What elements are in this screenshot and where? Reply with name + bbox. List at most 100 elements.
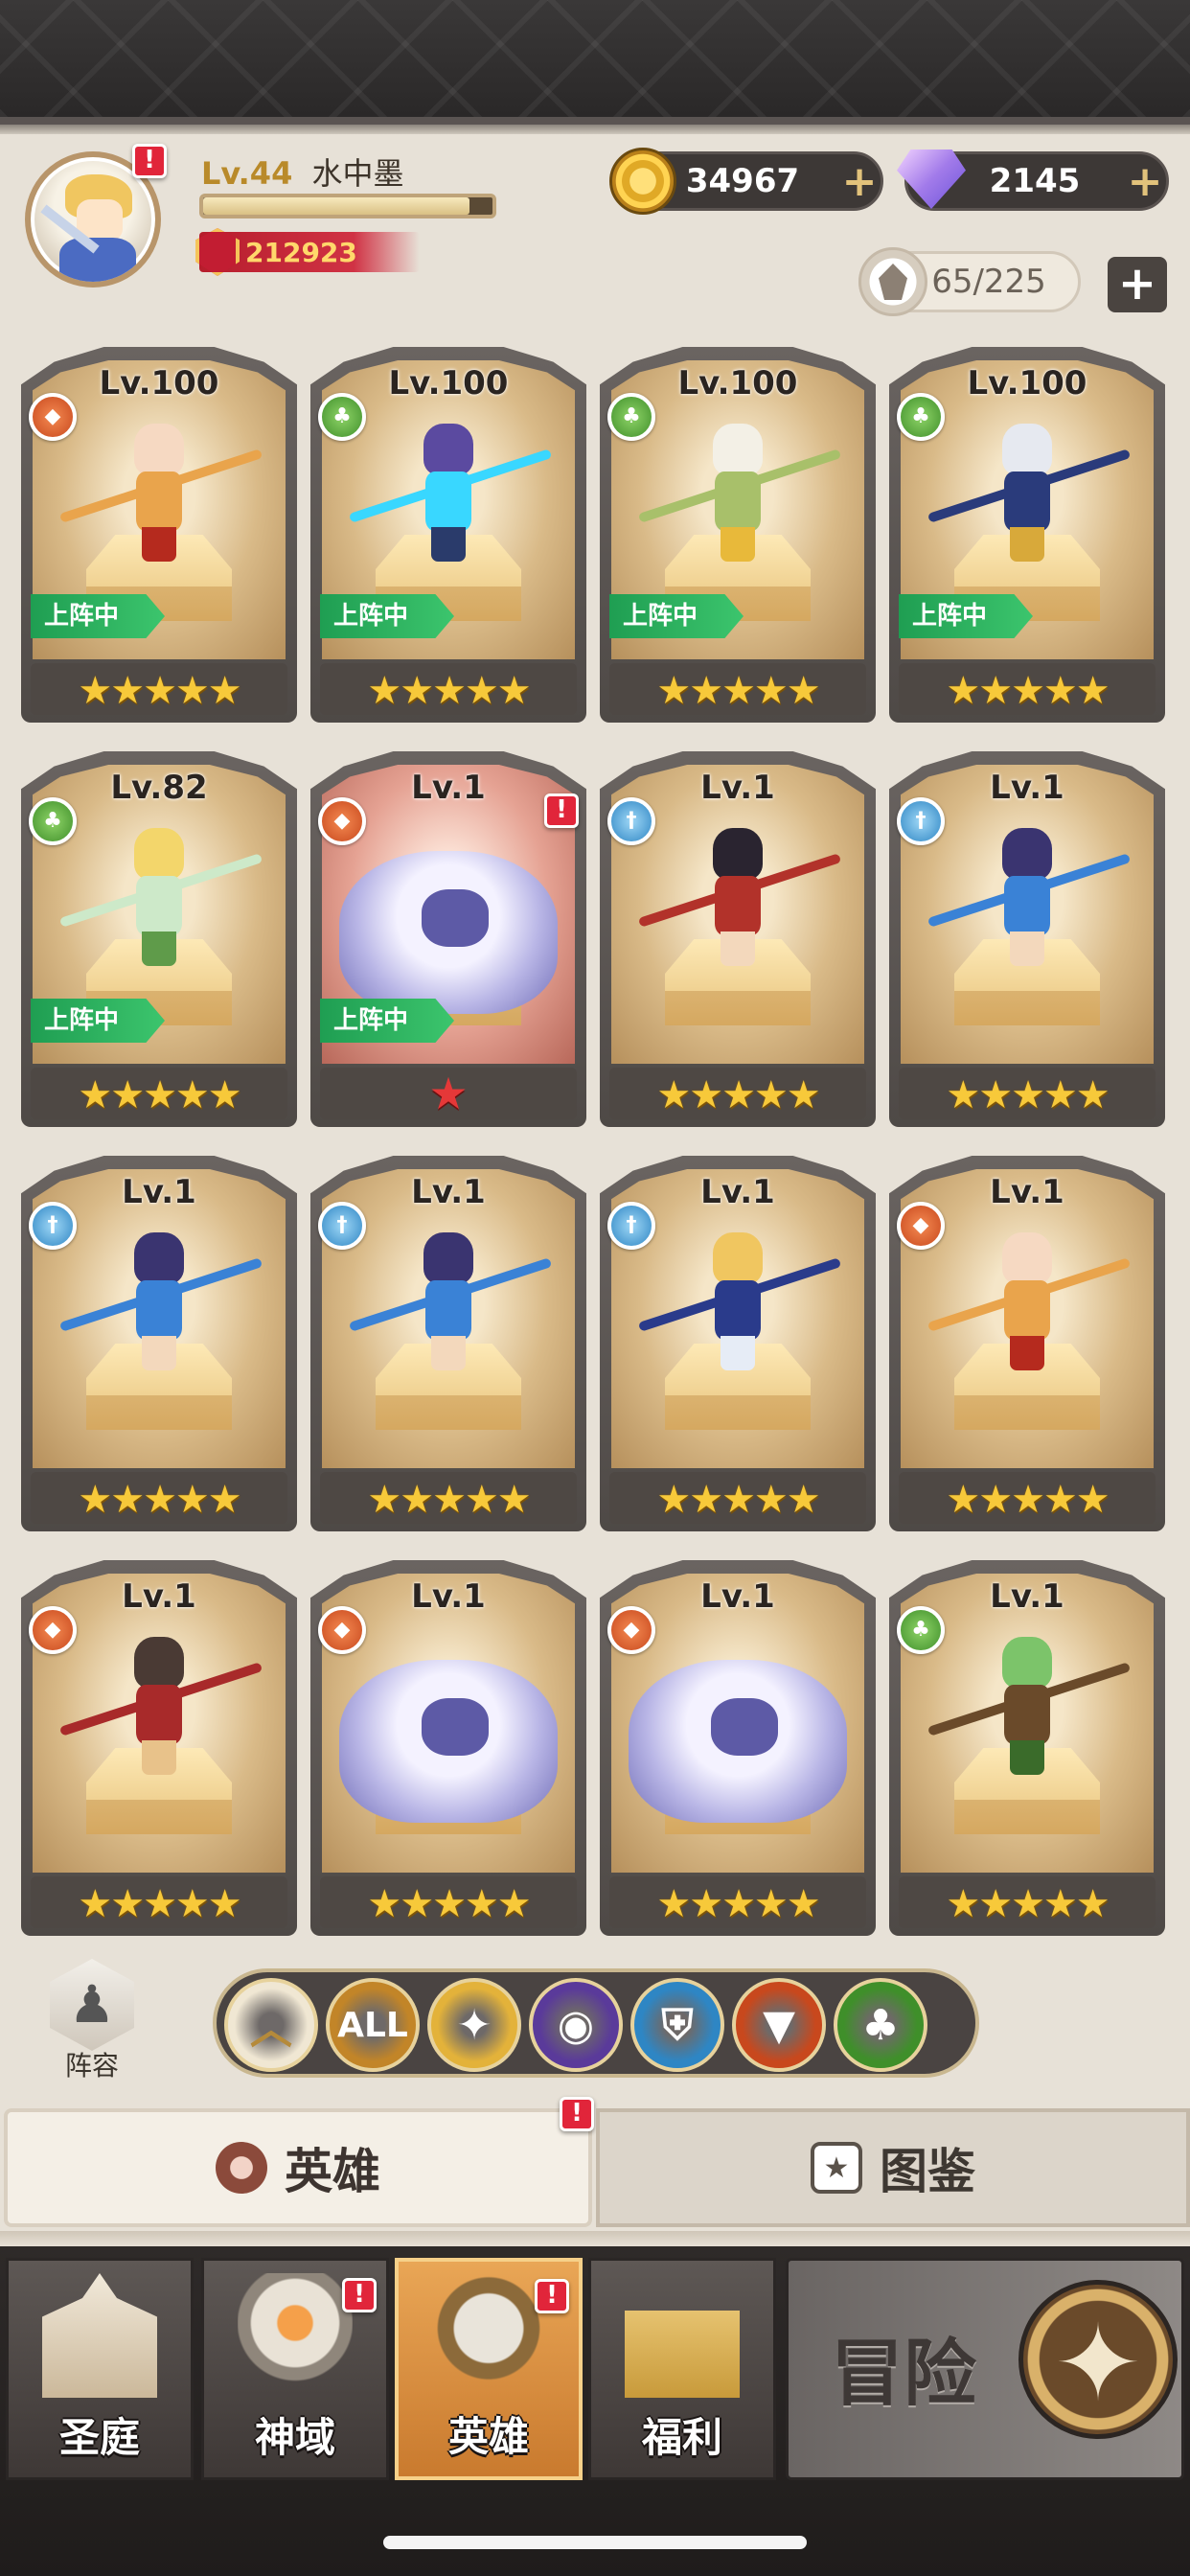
nav-label: 福利 [641, 2414, 722, 2461]
nav-alert-badge: ! [342, 2278, 377, 2312]
hero-stars: ★★★★★ [946, 669, 1110, 713]
codex-book-icon: ★ [811, 2142, 862, 2194]
hero-sprite-yeti-rider [629, 1660, 847, 1823]
hero-card[interactable]: Lv.100 ◆ 上阵中 ★★★★★ [21, 347, 297, 723]
nav-label: 神域 [254, 2414, 335, 2461]
expand-roster-button[interactable]: + [1108, 257, 1167, 312]
hero-card[interactable]: Lv.1 ◆ 上阵中 ! ★ [310, 751, 586, 1127]
hero-sprite-lancer [348, 1232, 553, 1376]
element-nature-icon: ♣ [29, 797, 77, 845]
hero-card[interactable]: Lv.1 † ★★★★★ [310, 1156, 586, 1531]
hero-card[interactable]: Lv.82 ♣ 上阵中 ★★★★★ [21, 751, 297, 1127]
element-light-icon: † [897, 797, 945, 845]
hero-sprite-yeti-rider [339, 851, 558, 1014]
hero-card[interactable]: Lv.1 † ★★★★★ [600, 1156, 876, 1531]
hero-sprite-flame-archer [58, 424, 263, 567]
element-light-icon: † [318, 1202, 366, 1250]
player-name: 水中墨 [311, 155, 404, 192]
nav-item-chest[interactable]: 福利 [588, 2258, 776, 2480]
hero-card[interactable]: Lv.1 † ★★★★★ [889, 751, 1165, 1127]
element-fire-icon: ◆ [897, 1202, 945, 1250]
tab-heroes[interactable]: 英雄 [4, 2108, 592, 2227]
hero-card[interactable]: Lv.100 ♣ 上阵中 ★★★★★ [310, 347, 586, 723]
hero-stars: ★★★★★ [656, 1073, 820, 1117]
hero-stars: ★★★★★ [78, 1478, 241, 1522]
hero-card[interactable]: Lv.1 † ★★★★★ [600, 751, 876, 1127]
hero-stars: ★★★★★ [946, 1882, 1110, 1926]
lineup-button[interactable]: 阵容 [34, 1959, 149, 2083]
castle-icon [42, 2273, 157, 2398]
add-gem-button[interactable]: + [1124, 157, 1166, 206]
element-fire-icon: ◆ [29, 393, 77, 441]
nav-item-divine-gate[interactable]: 神域 ! [201, 2258, 389, 2480]
element-fire-icon: ◆ [607, 1606, 655, 1654]
nav-alert-badge: ! [535, 2279, 569, 2313]
filter-all[interactable]: ALL [326, 1978, 420, 2072]
hero-card[interactable]: Lv.100 ♣ 上阵中 ★★★★★ [600, 347, 876, 723]
hero-sprite-lancer [927, 828, 1132, 972]
filter-nature[interactable]: ♣ [834, 1978, 927, 2072]
hero-stars: ★★★★★ [367, 1478, 531, 1522]
element-fire-icon: ◆ [29, 1606, 77, 1654]
deployed-tag: 上阵中 [609, 594, 744, 638]
tab-divider [0, 2231, 1190, 2246]
hero-sprite-yeti-rider [339, 1660, 558, 1823]
hero-card[interactable]: Lv.1 ◆ ★★★★★ [600, 1560, 876, 1936]
filter-collapse[interactable]: ︿ [224, 1978, 318, 2072]
nav-label: 英雄 [447, 2413, 529, 2460]
fox-icon: ▼ [763, 2000, 795, 2050]
hero-stars: ★★★★★ [78, 1073, 241, 1117]
hero-card[interactable]: Lv.1 † ★★★★★ [21, 1156, 297, 1531]
element-nature-icon: ♣ [318, 393, 366, 441]
filter-light[interactable]: ⛨ [630, 1978, 724, 2072]
chess-pawn-icon [50, 1959, 134, 2051]
divine-gate-icon [238, 2273, 353, 2398]
tab-codex-label: 图鉴 [880, 2144, 975, 2199]
filter-dark[interactable]: ◉ [529, 1978, 623, 2072]
player-level: Lv.44 [201, 155, 293, 192]
adventure-label: 冒险 [831, 2331, 976, 2416]
home-indicator[interactable] [383, 2536, 807, 2549]
hero-sprite-gunslinger [637, 828, 842, 972]
hero-card[interactable]: Lv.1 ◆ ★★★★★ [21, 1560, 297, 1936]
hero-sprite-flower-fairy [58, 828, 263, 972]
hero-sprite-lancer [58, 1232, 263, 1376]
filter-holy[interactable]: ✦ [427, 1978, 521, 2072]
hero-card[interactable]: Lv.1 ♣ ★★★★★ [889, 1560, 1165, 1936]
hero-stars: ★★★★★ [367, 669, 531, 713]
avatar-alert-badge: ! [132, 144, 167, 178]
nav-label: 圣庭 [58, 2414, 140, 2461]
all-filter-icon: ALL [337, 2005, 408, 2045]
xp-bar [199, 194, 496, 218]
deployed-tag: 上阵中 [31, 999, 165, 1043]
element-filter-bar: ︿ ALL ✦ ◉ ⛨ ▼ ♣ [213, 1968, 979, 2078]
hero-slot-icon [858, 247, 927, 316]
player-level-line: Lv.44 水中墨 [201, 150, 404, 194]
hero-stars: ★ [428, 1068, 469, 1119]
adventure-button[interactable]: 冒险 [786, 2258, 1184, 2480]
nav-item-castle[interactable]: 圣庭 [6, 2258, 194, 2480]
hero-stars: ★★★★★ [656, 1478, 820, 1522]
hero-card[interactable]: Lv.100 ♣ 上阵中 ★★★★★ [889, 347, 1165, 723]
hero-stars: ★★★★★ [946, 1478, 1110, 1522]
nav-item-helmet[interactable]: 英雄 ! [395, 2258, 583, 2480]
hero-sprite-blond-swordsman [637, 1232, 842, 1376]
hero-tab-icon [216, 2142, 267, 2194]
hero-card[interactable]: Lv.1 ◆ ★★★★★ [310, 1560, 586, 1936]
filter-fire[interactable]: ▼ [732, 1978, 826, 2072]
dark-eye-icon: ◉ [557, 2000, 595, 2050]
top-decor-band [0, 0, 1190, 134]
tab-heroes-label: 英雄 [285, 2144, 380, 2199]
tab-codex[interactable]: ★ 图鉴 [596, 2108, 1190, 2227]
player-avatar[interactable]: ! [17, 144, 171, 288]
chest-icon [625, 2311, 740, 2398]
hero-stars: ★★★★★ [367, 1882, 531, 1926]
helmet-icon [431, 2272, 546, 2397]
hero-card[interactable]: Lv.1 ◆ ★★★★★ [889, 1156, 1165, 1531]
hero-sprite-hammer-warrior [637, 424, 842, 567]
add-gold-button[interactable]: + [838, 157, 881, 206]
chevron-up-icon: ︿ [250, 2005, 292, 2054]
element-fire-icon: ◆ [318, 1606, 366, 1654]
compass-icon [1018, 2280, 1178, 2439]
hero-stars: ★★★★★ [78, 669, 241, 713]
